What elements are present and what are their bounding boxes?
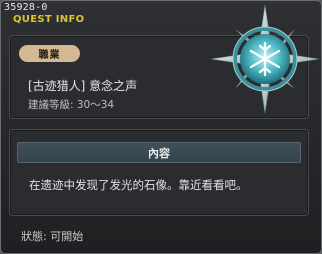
job-badge: 職業 <box>19 45 80 62</box>
quest-info-window: 35928-0 QUEST INFO 職業 [古迹猎人] 意念之声 建議等級: … <box>0 0 322 254</box>
recommended-level: 建議等級: 30〜34 <box>28 99 115 111</box>
compass-emblem-icon <box>210 4 320 114</box>
quest-status: 狀態: 可開始 <box>21 230 84 243</box>
quest-id: 35928-0 <box>4 2 48 13</box>
job-name: [古迹猎人] 意念之声 <box>28 79 138 93</box>
quest-description: 在遗迹中发现了发光的石像。靠近看看吧。 <box>29 178 248 192</box>
window-title: QUEST INFO <box>13 14 85 25</box>
content-header: 內容 <box>17 142 301 163</box>
